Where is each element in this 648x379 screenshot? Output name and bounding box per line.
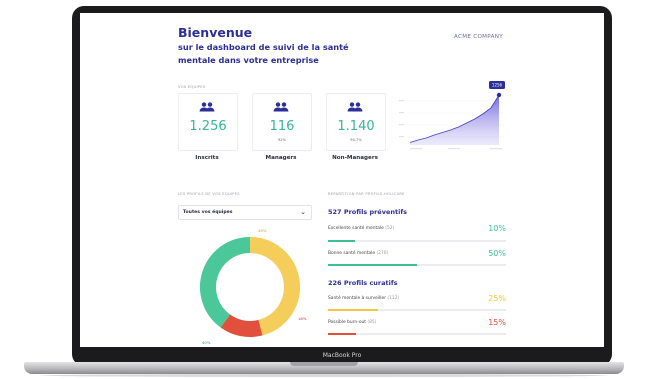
laptop-shadow [40, 374, 608, 377]
row-burnout-label: Possible burn-out (85) [328, 320, 377, 325]
trend-y-ticks [399, 100, 404, 138]
team-filter-value: Toutes vos équipes [183, 209, 233, 215]
page-subtitle: sur le dashboard de suivi de la santé me… [178, 42, 349, 65]
profiles-section-label: LES PROFILS DE VOS ÉQUIPES [178, 192, 240, 196]
teams-section-label: VOS ÉQUIPES [178, 85, 206, 89]
donut-label-yellow: 46% [258, 228, 267, 233]
row-good-value: 50% [488, 249, 506, 258]
users-icon [347, 102, 363, 112]
card-value: 1.140 [337, 119, 375, 134]
non-managers-card[interactable]: 1.140 90.7% [326, 93, 386, 151]
trend-tooltip-value: 1256 [492, 83, 503, 88]
team-filter-select[interactable]: Toutes vos équipes ⌄ [178, 205, 312, 220]
row-good-track [328, 264, 506, 266]
card-caption: Non-Managers [332, 155, 378, 161]
row-watch-track [328, 309, 506, 311]
chevron-down-icon: ⌄ [300, 208, 306, 216]
card-percent: 90.7% [350, 138, 362, 142]
card-caption: Managers [265, 155, 297, 161]
trend-x-ticks [410, 148, 502, 150]
row-burnout-value: 15% [488, 318, 506, 327]
company-name: ACME COMPANY [454, 34, 503, 40]
row-good-bar [328, 264, 417, 266]
curative-group-title: 226 Profils curatifs [328, 279, 398, 287]
row-burnout-bar [328, 333, 357, 335]
card-value: 116 [269, 119, 295, 134]
users-icon [273, 102, 289, 112]
row-excellent-bar [328, 240, 355, 242]
trend-chart: 1256 [399, 81, 505, 150]
page-title: Bienvenue [178, 25, 253, 40]
trend-last-point[interactable] [496, 92, 502, 98]
laptop-notch [290, 362, 358, 366]
dashboard-screen: Bienvenue sur le dashboard de suivi de l… [80, 13, 604, 347]
donut-label-green: 40% [202, 340, 211, 345]
row-excellent-label: Excellente santé mentale (52) [328, 226, 395, 231]
donut-segment-green[interactable] [200, 237, 251, 328]
row-watch-label: Santé mentale à surveiller (112) [328, 296, 400, 301]
registered-card[interactable]: 1.256 [178, 93, 238, 151]
preventive-group-title: 527 Profils préventifs [328, 208, 408, 216]
donut-label-red: 18% [298, 316, 307, 321]
profiles-donut-chart: 46% 18% 40% [200, 228, 307, 345]
row-excellent-track [328, 240, 506, 242]
donut-segment-yellow[interactable] [249, 237, 300, 336]
row-burnout-track [328, 333, 506, 335]
card-caption: Inscrits [195, 155, 219, 161]
card-percent: 92% [278, 138, 286, 142]
card-value: 1.256 [189, 119, 227, 134]
row-watch-value: 25% [488, 294, 506, 303]
row-watch-bar [328, 309, 378, 311]
users-icon [199, 102, 215, 112]
trend-area [410, 95, 499, 145]
managers-card[interactable]: 116 92% [252, 93, 312, 151]
row-excellent-value: 10% [488, 224, 506, 233]
donut-segment-red[interactable] [220, 314, 263, 337]
distribution-section-label: RÉPARTITION PAR PROFILS-HOLICARE [328, 192, 405, 196]
row-good-label: Bonne santé mentale (270) [328, 251, 389, 256]
device-label: MacBook Pro [322, 352, 362, 359]
